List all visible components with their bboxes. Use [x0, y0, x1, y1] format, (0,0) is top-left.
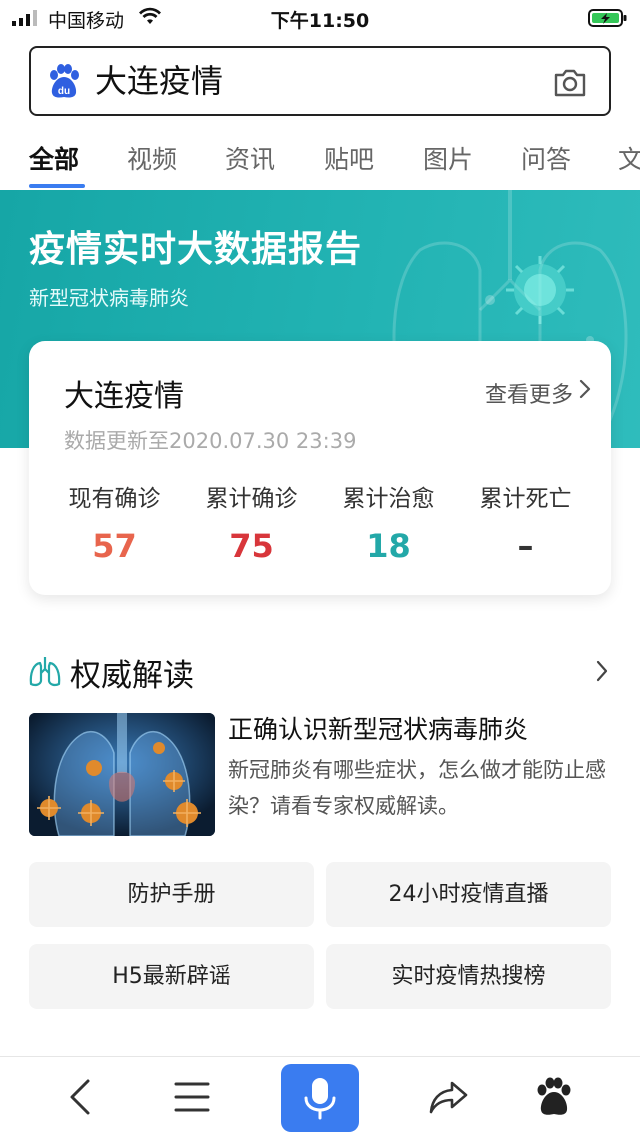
baidu-paw-icon[interactable] [532, 1075, 576, 1119]
epidemic-stats-card[interactable]: 大连疫情 查看更多 数据更新至2020.07.30 23:39 现有确诊 57 … [29, 341, 611, 595]
stat-total-confirmed: 累计确诊 75 [183, 479, 320, 565]
stat-label: 累计死亡 [479, 486, 572, 512]
card-title: 大连疫情 [64, 379, 184, 414]
result-tabs: 全部 视频 资讯 贴吧 图片 问答 文 [0, 130, 640, 190]
lungs-virus-image [29, 713, 215, 836]
battery-icon [588, 9, 627, 27]
stat-label: 累计确诊 [205, 486, 298, 512]
tab-wenku[interactable]: 文 [618, 140, 640, 176]
chevron-right-icon[interactable] [579, 379, 591, 399]
back-icon[interactable] [60, 1075, 104, 1119]
stat-value: 18 [366, 527, 411, 565]
stat-current-confirmed: 现有确诊 57 [46, 479, 183, 565]
menu-icon[interactable] [170, 1075, 214, 1119]
stat-value: 75 [229, 527, 274, 565]
stat-label: 现有确诊 [68, 486, 161, 512]
lungs-icon [29, 657, 61, 687]
article-description: 新冠肺炎有哪些症状，怎么做才能防止感染？请看专家权威解读。 [228, 758, 606, 818]
banner-subtitle: 新型冠状病毒肺炎 [29, 286, 189, 310]
status-bar: 中国移动 下午11:50 [0, 0, 640, 36]
update-timestamp: 数据更新至2020.07.30 23:39 [64, 429, 357, 453]
camera-icon[interactable] [553, 68, 587, 98]
tab-images[interactable]: 图片 [423, 140, 473, 176]
active-tab-indicator [29, 184, 85, 188]
tab-news[interactable]: 资讯 [225, 140, 275, 176]
svg-text:du: du [58, 86, 70, 97]
share-icon[interactable] [426, 1075, 470, 1119]
baidu-paw-icon: du [50, 64, 79, 98]
stat-value: 57 [92, 527, 137, 565]
voice-search-button[interactable] [281, 1064, 359, 1132]
article-title[interactable]: 正确认识新型冠状病毒肺炎 [228, 710, 528, 746]
view-more-link[interactable]: 查看更多 [485, 377, 573, 409]
article-thumbnail[interactable] [29, 713, 215, 836]
live-broadcast-button[interactable]: 24小时疫情直播 [326, 862, 611, 927]
hot-search-button[interactable]: 实时疫情热搜榜 [326, 944, 611, 1009]
tab-all[interactable]: 全部 [29, 140, 79, 176]
search-query[interactable]: 大连疫情 [95, 60, 223, 102]
rumor-debunk-button[interactable]: H5最新辟谣 [29, 944, 314, 1009]
tab-tieba[interactable]: 贴吧 [324, 140, 374, 176]
tab-qa[interactable]: 问答 [521, 140, 571, 176]
stat-total-recovered: 累计治愈 18 [320, 479, 457, 565]
protection-guide-button[interactable]: 防护手册 [29, 862, 314, 927]
microphone-icon [304, 1078, 336, 1120]
bottom-toolbar [0, 1056, 640, 1138]
chevron-right-icon[interactable] [596, 660, 608, 682]
tab-video[interactable]: 视频 [127, 140, 177, 176]
clock: 下午11:50 [270, 10, 370, 32]
search-box[interactable]: du 大连疫情 [29, 46, 611, 116]
section-title: 权威解读 [70, 658, 194, 694]
stat-total-deaths: 累计死亡 – [457, 479, 594, 565]
stat-label: 累计治愈 [342, 486, 435, 512]
banner-title: 疫情实时大数据报告 [29, 229, 363, 270]
stat-value: – [517, 527, 534, 565]
